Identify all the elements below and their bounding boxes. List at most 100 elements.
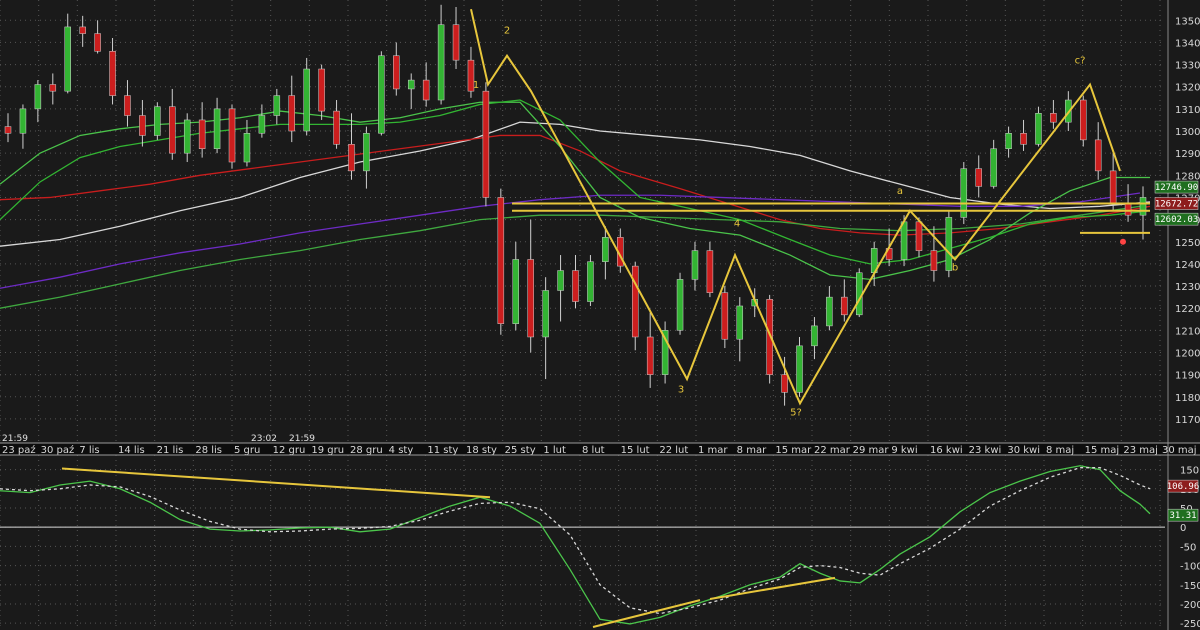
y-tick-label: 12900 bbox=[1175, 149, 1200, 160]
y-tick-label: 11800 bbox=[1175, 393, 1200, 404]
x-tick-label: 28 gru bbox=[350, 445, 383, 456]
wave-label: c? bbox=[1075, 55, 1086, 66]
candle-body bbox=[587, 261, 594, 302]
candle-body bbox=[527, 259, 534, 338]
candle-body bbox=[841, 296, 848, 316]
candle-body bbox=[1080, 99, 1087, 141]
candle-body bbox=[198, 119, 206, 149]
candle-body bbox=[318, 68, 325, 112]
candle-body bbox=[572, 270, 579, 302]
candle-body bbox=[1094, 139, 1102, 172]
candle-body bbox=[796, 345, 803, 393]
oscillator-value-label: 31.31 bbox=[1169, 511, 1196, 521]
candle-body bbox=[139, 115, 146, 136]
candle-body bbox=[333, 110, 340, 145]
x-tick-label: 15 mar bbox=[775, 445, 812, 456]
x-tick-label: 11 sty bbox=[427, 445, 458, 456]
candle-body bbox=[183, 119, 191, 154]
candle-body bbox=[1035, 113, 1042, 145]
oscillator-tick-label: -150 bbox=[1180, 581, 1200, 592]
y-tick-label: 11700 bbox=[1175, 415, 1200, 426]
candle-body bbox=[49, 84, 57, 92]
oscillator-tick-label: 0 bbox=[1180, 523, 1186, 534]
x-tick-label: 19 gru bbox=[311, 445, 344, 456]
time-label: 23:02 bbox=[251, 434, 277, 444]
x-tick-label: 30 maj bbox=[1162, 445, 1197, 456]
candle-body bbox=[691, 250, 699, 280]
candle-body bbox=[124, 95, 131, 116]
wave-label: 5? bbox=[790, 408, 802, 419]
price-box-label: 12602.03 bbox=[1155, 215, 1198, 225]
price-box-label: 12672.72 bbox=[1155, 200, 1198, 210]
candle-body bbox=[109, 51, 116, 96]
x-tick-label: 9 kwi bbox=[891, 445, 917, 456]
x-tick-label: 21 lis bbox=[157, 445, 184, 456]
candle-body bbox=[676, 279, 684, 331]
x-tick-label: 28 lis bbox=[195, 445, 222, 456]
candle-body bbox=[363, 132, 370, 172]
y-tick-label: 12100 bbox=[1175, 326, 1200, 337]
wave-label: 4 bbox=[734, 218, 740, 229]
oscillator-value-label: 106.96 bbox=[1167, 482, 1200, 492]
candle-body bbox=[646, 336, 654, 375]
price-box-label: 12746.90 bbox=[1155, 183, 1198, 193]
wave-label: 3 bbox=[678, 384, 684, 395]
x-tick-label: 8 lut bbox=[582, 445, 605, 456]
candle-body bbox=[243, 132, 251, 163]
candle-body bbox=[631, 265, 639, 338]
candle-body bbox=[378, 55, 385, 134]
oscillator-tick-label: -250 bbox=[1180, 619, 1200, 630]
y-tick-label: 13200 bbox=[1175, 83, 1200, 94]
x-tick-label: 1 lut bbox=[543, 445, 566, 456]
candle-body bbox=[1005, 132, 1012, 149]
candle-body bbox=[94, 33, 101, 52]
candle-body bbox=[990, 148, 997, 187]
x-tick-label: 4 sty bbox=[389, 445, 414, 456]
oscillator-tick-label: -50 bbox=[1180, 542, 1196, 553]
time-label: 21:59 bbox=[289, 434, 315, 444]
candle-body bbox=[258, 115, 266, 134]
wave-label: 2 bbox=[504, 26, 510, 37]
x-tick-label: 18 sty bbox=[466, 445, 497, 456]
x-tick-label: 23 maj bbox=[1123, 445, 1158, 456]
x-tick-label: 30 kwi bbox=[1007, 445, 1040, 456]
candle-body bbox=[930, 250, 938, 271]
candle-body bbox=[407, 79, 415, 90]
candle-body bbox=[34, 84, 42, 110]
oscillator-tick-label: -200 bbox=[1180, 600, 1200, 611]
x-tick-label: 22 mar bbox=[814, 445, 851, 456]
y-tick-label: 12400 bbox=[1175, 260, 1200, 271]
candle-body bbox=[856, 272, 863, 316]
candle-body bbox=[213, 108, 221, 149]
candle-body bbox=[557, 270, 564, 291]
candle-body bbox=[288, 95, 295, 132]
price-marker bbox=[1120, 238, 1126, 245]
y-tick-label: 11900 bbox=[1175, 371, 1200, 382]
candle-body bbox=[303, 68, 310, 132]
candle-body bbox=[826, 296, 833, 327]
x-tick-label: 12 gru bbox=[273, 445, 306, 456]
candle-body bbox=[542, 290, 549, 338]
oscillator-tick-label: 150 bbox=[1180, 466, 1199, 477]
x-tick-label: 14 lis bbox=[118, 445, 145, 456]
x-tick-label: 15 lut bbox=[621, 445, 650, 456]
x-tick-label: 7 lis bbox=[79, 445, 99, 456]
candle-body bbox=[452, 24, 460, 61]
x-tick-label: 1 mar bbox=[698, 445, 728, 456]
candle-body bbox=[512, 259, 520, 324]
candle-body bbox=[1050, 113, 1057, 123]
candle-body bbox=[1109, 170, 1117, 205]
y-tick-label: 13100 bbox=[1175, 105, 1200, 116]
candle-body bbox=[79, 26, 86, 34]
y-tick-label: 12500 bbox=[1175, 238, 1200, 249]
candle-body bbox=[1124, 203, 1132, 216]
candle-body bbox=[975, 168, 982, 187]
candle-body bbox=[437, 24, 445, 101]
x-tick-label: 29 mar bbox=[853, 445, 890, 456]
candle-body bbox=[393, 55, 400, 90]
candle-body bbox=[348, 144, 355, 172]
x-tick-label: 16 kwi bbox=[930, 445, 963, 456]
candle-body bbox=[811, 325, 818, 347]
y-tick-label: 13000 bbox=[1175, 127, 1200, 138]
background-panel bbox=[0, 0, 1200, 630]
